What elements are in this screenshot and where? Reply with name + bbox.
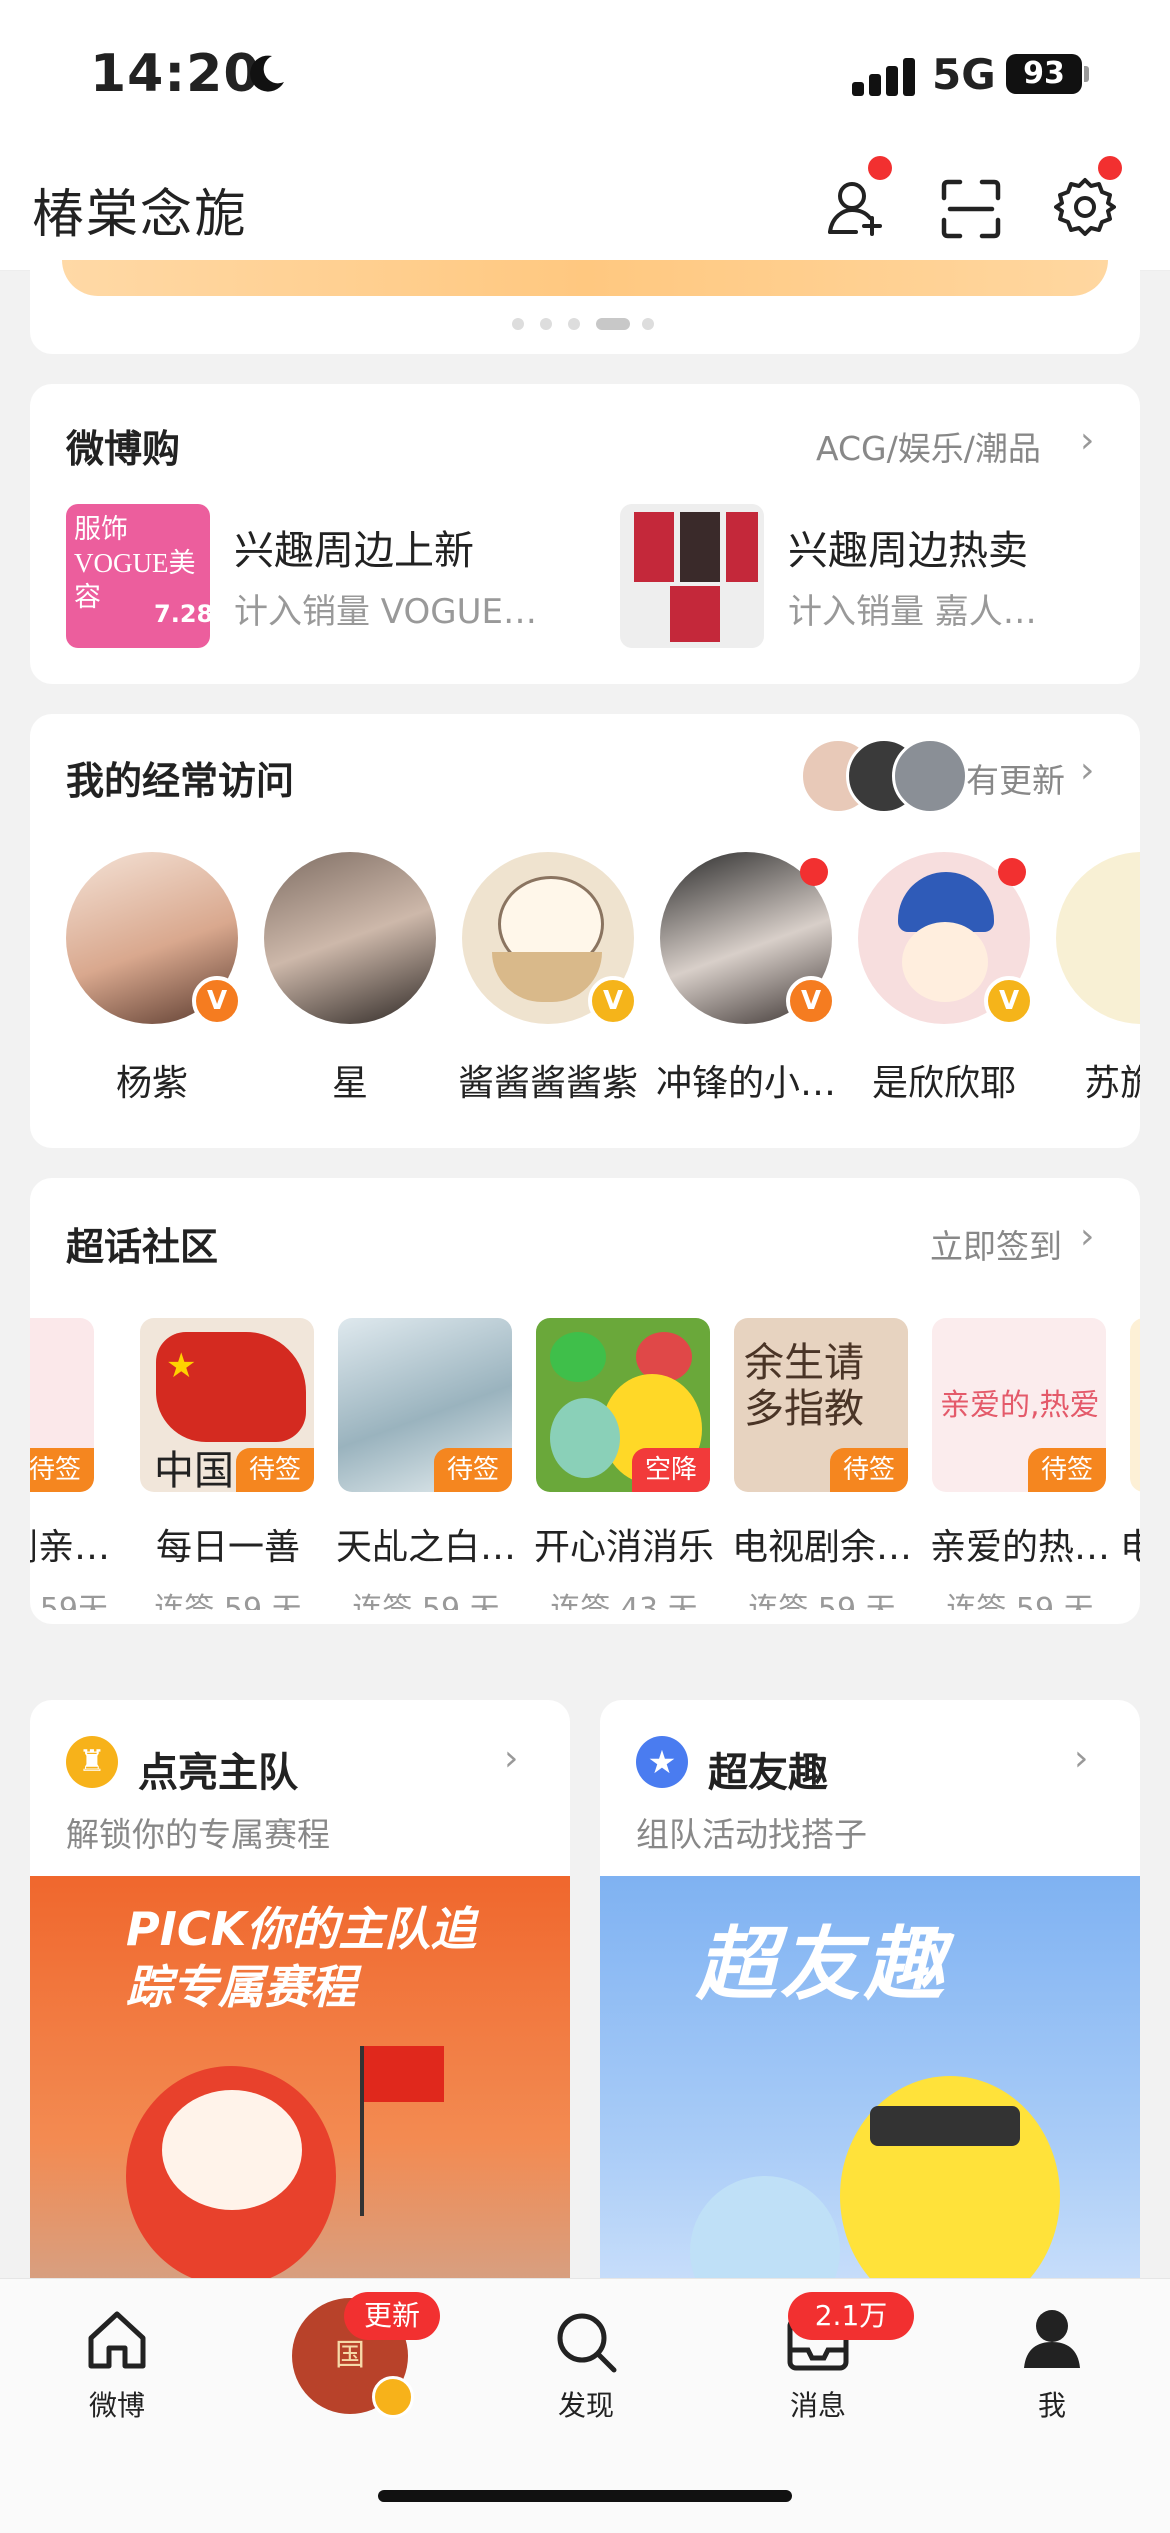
- verified-badge-icon: V: [984, 976, 1034, 1026]
- verified-badge-icon: V: [588, 976, 638, 1026]
- topic-name[interactable]: 开心消消乐: [524, 1518, 724, 1570]
- promo-banner-image[interactable]: PICK你的主队追踪专属赛程: [30, 1876, 570, 2320]
- chevron-right-icon: ›: [1080, 750, 1095, 791]
- trophy-icon: ♜: [66, 1736, 118, 1788]
- discover-search-icon[interactable]: [552, 2308, 620, 2376]
- notification-dot: [868, 156, 892, 180]
- shop-item-subtitle: 计入销量 嘉人…: [788, 592, 1037, 632]
- avatar[interactable]: [1056, 852, 1140, 1024]
- star-icon: ★: [636, 1736, 688, 1788]
- avatar-name[interactable]: 星: [250, 1054, 450, 1106]
- scan-icon[interactable]: [940, 178, 1002, 240]
- avatar-name[interactable]: 是欣欣耶: [844, 1054, 1044, 1106]
- topic-streak: 59天: [39, 1592, 108, 1610]
- profile-icon[interactable]: [1018, 2304, 1086, 2372]
- mini-avatar: [892, 738, 968, 814]
- home-icon[interactable]: [83, 2306, 151, 2374]
- tab-me[interactable]: 我: [992, 2384, 1112, 2424]
- shop-thumb-2[interactable]: [620, 504, 764, 648]
- topic-streak: 连签 59 天: [946, 1592, 1094, 1610]
- shop-item-title[interactable]: 兴趣周边上新: [234, 518, 474, 576]
- verified-badge-icon: V: [192, 976, 242, 1026]
- topics-title: 超话社区: [66, 1225, 219, 1269]
- notification-dot: [1098, 156, 1122, 180]
- frequent-more-link[interactable]: 有更新: [966, 754, 1065, 802]
- promo-subtitle: 组队活动找搭子: [636, 1815, 867, 1854]
- chevron-right-icon: ›: [1080, 1216, 1095, 1257]
- topic-tag: 待签: [1028, 1448, 1106, 1492]
- verified-badge-icon: V: [786, 976, 836, 1026]
- topic-streak: 连签 43 天: [550, 1592, 698, 1610]
- update-badge: 更新: [344, 2292, 440, 2340]
- avatar-clip: [1056, 852, 1140, 1024]
- topic-streak: 连签 59 天: [748, 1592, 896, 1610]
- promo-card-team[interactable]: ♜ 点亮主队 › 解锁你的专属赛程 PICK你的主队追踪专属赛程: [30, 1700, 570, 2320]
- shop-item-subtitle: 计入销量 VOGUE…: [234, 592, 537, 632]
- shop-more-link[interactable]: ACG/娱乐/潮品: [816, 422, 1041, 470]
- page-title: 椿棠念旎: [32, 185, 249, 245]
- avatar[interactable]: [264, 852, 436, 1024]
- carousel-dot: [568, 318, 580, 330]
- topic-streak: 连签 59 天: [154, 1592, 302, 1610]
- promo-title: 点亮主队: [138, 1750, 298, 1796]
- chevron-right-icon: ›: [1074, 1738, 1089, 1779]
- home-indicator: [378, 2490, 792, 2502]
- carousel-dot: [642, 318, 654, 330]
- shop-thumb-1[interactable]: 服饰VOGUE美容 7.28: [66, 504, 210, 648]
- shop-item-title[interactable]: 兴趣周边热卖: [788, 518, 1028, 576]
- chevron-right-icon: ›: [504, 1738, 519, 1779]
- status-time: 14:20: [90, 44, 261, 104]
- tab-discover[interactable]: 发现: [526, 2384, 646, 2424]
- battery-icon: 93: [1006, 54, 1082, 94]
- signal-icon: [852, 56, 916, 96]
- topic-name[interactable]: 天乩之白…: [326, 1518, 526, 1570]
- sign-in-now-link[interactable]: 立即签到: [930, 1220, 1062, 1268]
- carousel-dot: [540, 318, 552, 330]
- promo-subtitle: 解锁你的专属赛程: [66, 1815, 330, 1854]
- promo-title: 超友趣: [708, 1750, 828, 1796]
- topic-name[interactable]: 电视剧余…: [722, 1518, 922, 1570]
- battery-tip: [1084, 66, 1089, 82]
- tab-messages[interactable]: 消息: [758, 2384, 878, 2424]
- moon-icon: [250, 55, 284, 92]
- promo-banner-image[interactable]: 超友趣: [600, 1876, 1140, 2320]
- topic-tag: 空降: [632, 1448, 710, 1492]
- topic-name[interactable]: 每日一善: [128, 1518, 328, 1570]
- add-friend-icon[interactable]: [826, 176, 888, 238]
- network-label: 5G: [932, 50, 996, 99]
- banner-image[interactable]: [62, 260, 1108, 296]
- topic-tag: 待签: [30, 1448, 94, 1492]
- message-count-badge: 2.1万: [788, 2292, 914, 2340]
- carousel-dot: [512, 318, 524, 330]
- update-dot: [998, 858, 1026, 886]
- settings-gear-icon[interactable]: [1054, 176, 1116, 238]
- diamond-icon: [372, 2376, 414, 2418]
- chevron-right-icon: ›: [1080, 420, 1095, 461]
- frequent-title: 我的经常访问: [66, 759, 295, 803]
- avatar-name[interactable]: 苏旎: [1084, 1054, 1140, 1106]
- topic-tag: 待签: [434, 1448, 512, 1492]
- topic-tag: 待签: [236, 1448, 314, 1492]
- avatar-name[interactable]: 酱酱酱酱紫: [448, 1054, 648, 1106]
- topic-name[interactable]: 电: [1120, 1518, 1140, 1570]
- shop-title: 微博购: [66, 427, 181, 471]
- topic-name[interactable]: 剧亲…: [30, 1518, 110, 1570]
- promo-card-friends[interactable]: ★ 超友趣 › 组队活动找搭子 超友趣: [600, 1700, 1140, 2320]
- tab-weibo[interactable]: 微博: [57, 2384, 177, 2424]
- topic-scroller[interactable]: 待签 剧亲… 59天 ★ 中国 待签 每日一善 连签 59 天 待签 天乩之白……: [30, 1310, 1140, 1610]
- update-dot: [800, 858, 828, 886]
- carousel-dot-active: [596, 318, 630, 330]
- topic-tag: 待签: [830, 1448, 908, 1492]
- avatar-name[interactable]: 冲锋的小…: [646, 1054, 846, 1106]
- topic-name[interactable]: 亲爱的热…: [920, 1518, 1120, 1570]
- topic-thumb[interactable]: [1130, 1318, 1140, 1492]
- avatar-name[interactable]: 杨紫: [52, 1054, 252, 1106]
- topic-streak: 连签 59 天: [352, 1592, 500, 1610]
